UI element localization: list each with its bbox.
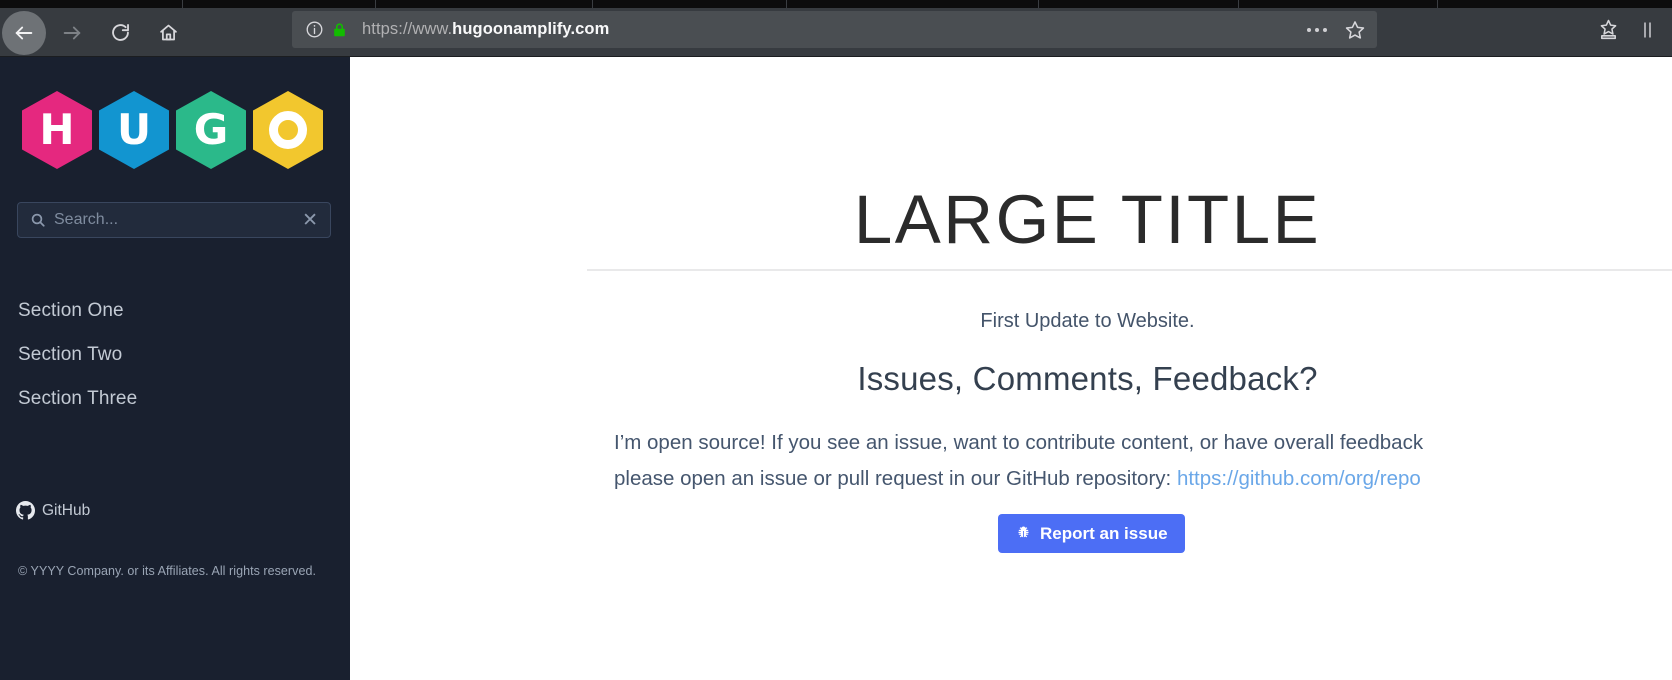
title-divider [587, 269, 1672, 271]
logo-letter: H [39, 105, 75, 154]
url-scheme: https://www. [362, 20, 453, 38]
report-issue-label: Report an issue [1040, 523, 1168, 543]
search-clear-icon[interactable]: ✕ [298, 210, 322, 230]
logo-letter-o-ring [269, 111, 307, 149]
reload-button[interactable] [98, 11, 142, 55]
search-box[interactable]: ✕ [17, 202, 331, 238]
lock-icon [328, 19, 350, 41]
page-actions-icon[interactable] [1301, 15, 1333, 45]
bookmark-star-icon[interactable] [1339, 15, 1371, 45]
body-line-2: please open an issue or pull request in … [614, 467, 1177, 490]
page-title: LARGE TITLE [853, 181, 1322, 258]
report-issue-button[interactable]: Report an issue [998, 514, 1185, 553]
logo-tile-u: U [99, 91, 169, 169]
sidebar-item-github[interactable]: GitHub [16, 501, 90, 520]
sidebar-toggle-icon[interactable] [1630, 12, 1670, 48]
site-information-icon[interactable] [302, 18, 326, 42]
home-button[interactable] [146, 11, 190, 55]
url-bar[interactable]: https://www.hugoonamplify.com [292, 11, 1377, 48]
logo-tile-o [253, 91, 323, 169]
url-host: hugoonamplify.com [452, 20, 610, 38]
sidebar-nav: Section One Section Two Section Three [0, 289, 350, 421]
github-repo-link[interactable]: https://github.com/org/repo [1177, 467, 1421, 490]
page-subtitle: First Update to Website. [980, 310, 1195, 332]
body-line-1: I’m open source! If you see an issue, wa… [614, 431, 1424, 454]
search-input[interactable] [54, 211, 299, 229]
sidebar-item-label: GitHub [42, 501, 91, 519]
sidebar-item-section-two[interactable]: Section Two [0, 333, 350, 377]
body-paragraph: I’m open source! If you see an issue, wa… [614, 425, 1672, 497]
github-icon [16, 501, 35, 520]
bug-icon [1015, 525, 1032, 542]
logo-letter: U [116, 105, 152, 154]
copyright-text: © YYYY Company. or its Affiliates. All r… [18, 564, 316, 578]
search-icon [30, 212, 46, 228]
browser-toolbar: https://www.hugoonamplify.com [0, 0, 1672, 57]
url-text: https://www.hugoonamplify.com [362, 20, 1301, 39]
main-content: LARGE TITLE First Update to Website. Iss… [350, 57, 1672, 680]
logo-tile-h: H [22, 91, 92, 169]
sidebar: H U G ✕ [0, 57, 350, 680]
url-bar-actions [1301, 15, 1371, 45]
sidebar-item-section-three[interactable]: Section Three [0, 377, 350, 421]
toolbar-right-actions [1588, 11, 1672, 48]
tab-strip [0, 0, 1672, 8]
hugo-logo[interactable]: H U G [22, 91, 330, 169]
navigation-buttons [0, 8, 190, 57]
forward-button[interactable] [50, 11, 94, 55]
browser-window: https://www.hugoonamplify.com H U G Sear… [0, 0, 1672, 680]
sidebar-item-section-one[interactable]: Section One [0, 289, 350, 333]
save-to-library-icon[interactable] [1588, 12, 1628, 48]
section-heading: Issues, Comments, Feedback? [857, 360, 1318, 397]
back-button[interactable] [2, 10, 46, 55]
logo-tile-g: G [176, 91, 246, 169]
logo-letter: G [193, 105, 229, 154]
